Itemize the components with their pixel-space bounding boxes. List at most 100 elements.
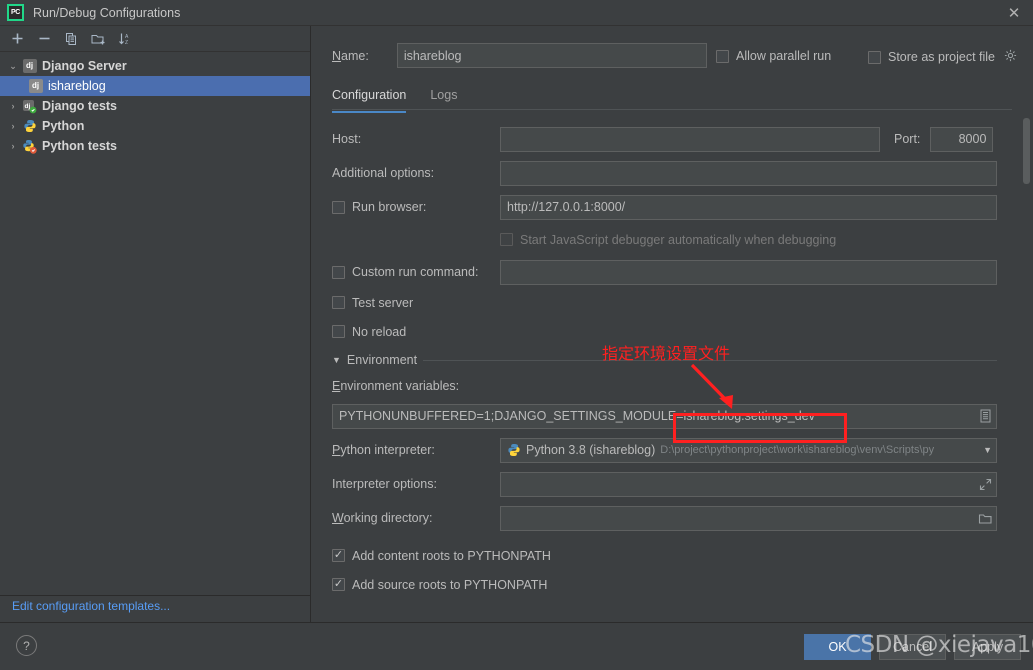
- test-server-checkbox[interactable]: Test server: [332, 296, 413, 310]
- tree-item-python-tests[interactable]: › Python tests: [0, 136, 310, 156]
- python-interpreter-path: D:\project\pythonproject\work\ishareblog…: [660, 444, 935, 456]
- additional-options-row: Additional options:: [332, 156, 1017, 190]
- ok-button[interactable]: OK: [804, 634, 871, 660]
- start-js-debugger-row: Start JavaScript debugger automatically …: [332, 224, 1017, 255]
- checkbox-box[interactable]: [716, 49, 729, 63]
- checkbox-box[interactable]: [332, 578, 345, 591]
- annotation-note-text: 指定环境设置文件: [602, 344, 731, 363]
- chevron-right-icon[interactable]: ›: [6, 121, 20, 131]
- working-directory-input[interactable]: [500, 505, 997, 531]
- host-label: Host:: [332, 132, 362, 146]
- start-js-debugger-label: Start JavaScript debugger automatically …: [520, 232, 837, 247]
- run-browser-row: Run browser: http://127.0.0.1:8000/: [332, 190, 1017, 224]
- interpreter-options-input[interactable]: [500, 471, 997, 497]
- additional-options-input[interactable]: [500, 160, 997, 186]
- add-source-roots-row: Add source roots to PYTHONPATH: [332, 570, 1017, 599]
- chevron-right-icon[interactable]: ›: [6, 101, 20, 111]
- vertical-scrollbar-thumb[interactable]: [1023, 118, 1030, 184]
- title-bar: PC Run/Debug Configurations ✕: [0, 0, 1033, 26]
- environment-variables-input[interactable]: PYTHONUNBUFFERED=1;DJANGO_SETTINGS_MODUL…: [332, 403, 997, 429]
- port-label: Port:: [894, 132, 921, 146]
- tabs-underline: [332, 109, 1012, 110]
- python-interpreter-dropdown[interactable]: Python 3.8 (ishareblog) D:\project\pytho…: [500, 437, 997, 463]
- apply-button[interactable]: Apply: [954, 634, 1021, 660]
- chevron-down-icon[interactable]: ▼: [977, 445, 992, 455]
- no-reload-checkbox[interactable]: No reload: [332, 325, 406, 339]
- working-directory-row: Working directory:: [332, 501, 1017, 535]
- left-panel-divider: [0, 595, 311, 596]
- new-folder-button[interactable]: [87, 28, 109, 50]
- vertical-scrollbar-track[interactable]: [1023, 118, 1030, 618]
- name-input[interactable]: ishareblog: [396, 43, 707, 68]
- edit-configuration-templates-link[interactable]: Edit configuration templates...: [12, 599, 170, 613]
- checkbox-box[interactable]: [332, 200, 345, 214]
- python-icon: [507, 443, 521, 457]
- python-tests-icon: [22, 139, 37, 154]
- tree-item-django-tests[interactable]: › dj Django tests: [0, 96, 310, 116]
- svg-text:Z: Z: [125, 40, 128, 46]
- checkbox-box[interactable]: [868, 50, 881, 64]
- checkbox-box[interactable]: [332, 296, 345, 309]
- host-input[interactable]: [500, 126, 880, 152]
- environment-section-label: Environment: [346, 353, 418, 367]
- help-button[interactable]: ?: [16, 635, 37, 656]
- custom-run-command-input[interactable]: [500, 259, 997, 285]
- tree-item-python[interactable]: › Python: [0, 116, 310, 136]
- start-js-debugger-checkbox[interactable]: Start JavaScript debugger automatically …: [500, 233, 836, 247]
- tree-item-label: Django tests: [42, 99, 118, 113]
- django-icon: dj: [28, 79, 43, 94]
- environment-variables-label: Environment variables:: [332, 379, 460, 393]
- copy-configuration-button[interactable]: [60, 28, 82, 50]
- django-icon: dj: [22, 59, 37, 74]
- test-server-row: Test server: [332, 289, 1017, 316]
- checkbox-box[interactable]: [332, 265, 345, 279]
- tree-item-django-server[interactable]: ⌄ dj Django Server: [0, 56, 310, 76]
- environment-variables-row: PYTHONUNBUFFERED=1;DJANGO_SETTINGS_MODUL…: [332, 399, 1017, 433]
- environment-variables-value: PYTHONUNBUFFERED=1;DJANGO_SETTINGS_MODUL…: [339, 409, 815, 423]
- allow-parallel-run-checkbox[interactable]: Allow parallel run: [716, 49, 831, 63]
- chevron-down-icon[interactable]: ▼: [332, 355, 341, 365]
- port-input[interactable]: 8000: [930, 126, 994, 152]
- environment-variables-label-row: Environment variables:: [332, 373, 1017, 399]
- red-arrow-icon: [688, 362, 744, 417]
- run-browser-checkbox[interactable]: Run browser:: [332, 200, 500, 214]
- name-input-value: ishareblog: [403, 48, 462, 63]
- folder-icon[interactable]: [974, 507, 996, 530]
- django-tests-icon: dj: [22, 99, 37, 114]
- configurations-toolbar: A Z: [0, 26, 310, 52]
- configurations-tree-panel: A Z ⌄ dj Django Server dj ishareblog › d…: [0, 26, 311, 622]
- gear-icon[interactable]: [1004, 49, 1017, 65]
- python-interpreter-row: Python interpreter: Python 3.8 (isharebl…: [332, 433, 1017, 467]
- add-content-roots-checkbox[interactable]: Add content roots to PYTHONPATH: [332, 549, 551, 563]
- environment-variables-editor-icon[interactable]: [974, 405, 996, 428]
- chevron-down-icon[interactable]: ⌄: [6, 61, 20, 72]
- tree-item-label: ishareblog: [48, 79, 106, 93]
- sort-configurations-button[interactable]: A Z: [114, 28, 136, 50]
- chevron-right-icon[interactable]: ›: [6, 141, 20, 151]
- interpreter-options-row: Interpreter options:: [332, 467, 1017, 501]
- run-browser-label: Run browser:: [352, 200, 427, 214]
- remove-configuration-button[interactable]: [33, 28, 55, 50]
- python-icon: [22, 119, 37, 134]
- expand-icon[interactable]: [974, 473, 996, 496]
- interpreter-options-label: Interpreter options:: [332, 477, 437, 491]
- add-content-roots-label: Add content roots to PYTHONPATH: [352, 548, 551, 563]
- port-input-value: 8000: [958, 132, 987, 146]
- run-browser-url-input[interactable]: http://127.0.0.1:8000/: [500, 194, 997, 220]
- tree-item-ishareblog[interactable]: dj ishareblog: [0, 76, 310, 96]
- checkbox-box[interactable]: [500, 233, 513, 246]
- additional-options-label: Additional options:: [332, 166, 435, 180]
- tree-item-label: Python: [42, 119, 85, 133]
- checkbox-box[interactable]: [332, 549, 345, 562]
- store-as-project-file-checkbox[interactable]: Store as project file: [868, 49, 1017, 65]
- close-icon[interactable]: ✕: [995, 0, 1033, 26]
- add-source-roots-label: Add source roots to PYTHONPATH: [352, 577, 548, 592]
- run-debug-configurations-dialog: PC Run/Debug Configurations ✕ A Z ⌄ dj D…: [0, 0, 1033, 670]
- custom-run-command-checkbox[interactable]: Custom run command:: [332, 265, 500, 279]
- cancel-button[interactable]: Cancel: [879, 634, 946, 660]
- tree-item-label: Django Server: [42, 59, 127, 73]
- add-configuration-button[interactable]: [6, 28, 28, 50]
- store-as-project-file-label: Store as project file: [888, 50, 995, 64]
- add-source-roots-checkbox[interactable]: Add source roots to PYTHONPATH: [332, 578, 547, 592]
- checkbox-box[interactable]: [332, 325, 345, 338]
